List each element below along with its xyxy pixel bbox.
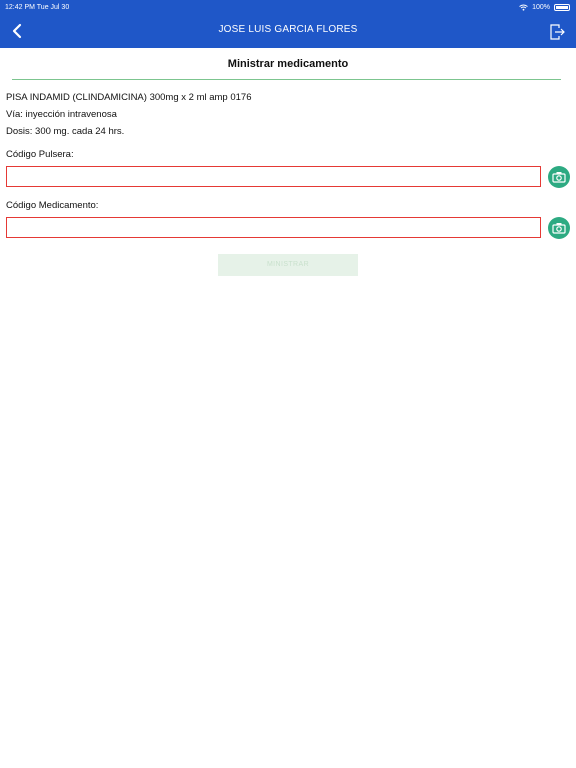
battery-icon — [554, 4, 570, 11]
title-divider — [12, 79, 561, 80]
medication-dose: Dosis: 300 mg. cada 24 hrs. — [6, 126, 125, 137]
wifi-icon — [519, 4, 528, 11]
medication-route: Vía: inyección intravenosa — [6, 109, 117, 120]
navigation-bar: JOSE LUIS GARCIA FLORES — [0, 16, 576, 48]
scan-bracelet-button[interactable] — [548, 166, 570, 188]
administer-button[interactable]: MINISTRAR — [218, 254, 358, 276]
status-bar: 12:42 PM Tue Jul 30 100% — [0, 0, 576, 16]
logout-icon — [550, 24, 565, 40]
scan-medication-button[interactable] — [548, 217, 570, 239]
logout-button[interactable] — [548, 22, 566, 42]
medication-code-label: Código Medicamento: — [6, 200, 99, 211]
camera-icon — [552, 172, 566, 183]
patient-name: JOSE LUIS GARCIA FLORES — [218, 24, 358, 35]
medication-name: PISA INDAMID (CLINDAMICINA) 300mg x 2 ml… — [6, 92, 252, 103]
bracelet-code-input[interactable] — [6, 166, 541, 187]
status-time-date: 12:42 PM Tue Jul 30 — [5, 4, 70, 11]
medication-code-input[interactable] — [6, 217, 541, 238]
camera-icon — [552, 223, 566, 234]
page-title: Ministrar medicamento — [227, 58, 349, 70]
bracelet-code-label: Código Pulsera: — [6, 149, 74, 160]
battery-percent: 100% — [532, 4, 550, 11]
status-right: 100% — [519, 4, 570, 11]
